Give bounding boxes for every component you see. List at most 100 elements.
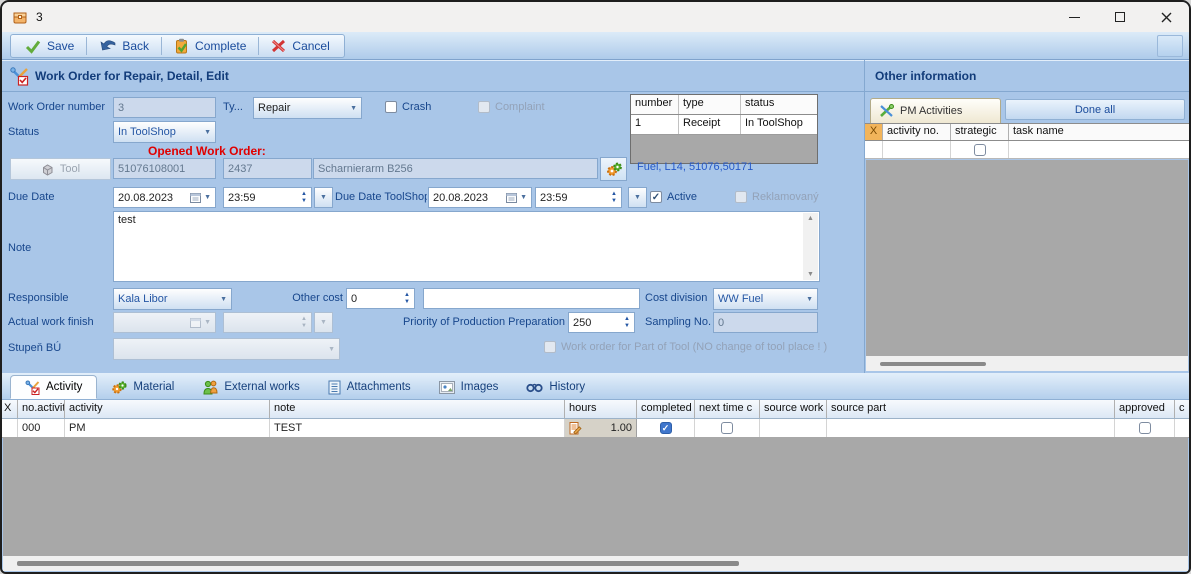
other-cost-field[interactable]: 0 ▲▼ xyxy=(346,288,415,309)
complaint-checkbox: Complaint xyxy=(478,101,545,113)
priority-field[interactable]: 250 ▲▼ xyxy=(568,312,635,333)
col-hours[interactable]: hours xyxy=(565,400,637,418)
crash-checkbox[interactable]: Crash xyxy=(385,101,431,113)
stupen-bu-combobox: ▼ xyxy=(113,338,340,360)
receipt-table-header: number type status xyxy=(631,95,817,115)
responsible-combobox[interactable]: Kala Libor▼ xyxy=(113,288,232,310)
due-date-value: 20.08.2023 xyxy=(118,192,190,204)
tab-material[interactable]: Material xyxy=(97,375,188,399)
col-x[interactable]: X xyxy=(2,400,18,418)
done-all-button[interactable]: Done all xyxy=(1005,99,1185,120)
due-date-dropdown-button[interactable]: ▼ xyxy=(314,187,333,208)
priority-spinner[interactable]: ▲▼ xyxy=(624,317,630,329)
activity-hscroll-thumb[interactable] xyxy=(17,561,739,566)
tab-history[interactable]: History xyxy=(512,375,599,399)
activity-table-row[interactable]: 000 PM TEST 1.00 ✓ xyxy=(2,419,1189,438)
hours-note-edit-icon xyxy=(569,422,582,435)
approved-checkbox[interactable] xyxy=(1139,422,1151,434)
col-note[interactable]: note xyxy=(270,400,565,418)
due-date-toolshop-label: Due Date ToolShop xyxy=(335,187,427,208)
due-time-field[interactable]: 23:59 ▲▼ xyxy=(223,187,312,208)
pm-tools-icon xyxy=(879,104,894,118)
cell-hours[interactable]: 1.00 xyxy=(565,419,637,437)
done-all-label: Done all xyxy=(1075,104,1115,116)
cancel-button[interactable]: Cancel xyxy=(261,35,339,57)
activity-table-hscrollbar[interactable] xyxy=(3,556,1188,571)
pm-col-x[interactable]: X xyxy=(865,124,883,140)
col-next-time[interactable]: next time c xyxy=(695,400,760,418)
chevron-down-icon: ▼ xyxy=(320,194,327,201)
receipt-table-row[interactable]: 1 Receipt In ToolShop xyxy=(631,115,817,135)
note-label: Note xyxy=(8,238,31,259)
tab-pm-activities[interactable]: PM Activities xyxy=(870,98,1001,123)
pm-table-row[interactable] xyxy=(865,141,1189,159)
toolbar-overflow-button[interactable] xyxy=(1157,35,1183,57)
col-no-activity[interactable]: no.activit xyxy=(18,400,65,418)
status-combobox[interactable]: In ToolShop▼ xyxy=(113,121,216,143)
work-order-tools-icon xyxy=(10,67,29,91)
app-window: 3 Save Back Complete xyxy=(0,0,1191,574)
col-source-part[interactable]: source part xyxy=(827,400,1115,418)
due-date-field[interactable]: 20.08.2023 ▼ xyxy=(113,187,216,208)
due-time-toolshop-field[interactable]: 23:59 ▲▼ xyxy=(535,187,622,208)
receipt-cell-type: Receipt xyxy=(679,115,741,134)
pm-table-hscrollbar[interactable] xyxy=(866,356,1188,371)
col-source-work[interactable]: source work o xyxy=(760,400,827,418)
tab-external-works[interactable]: External works xyxy=(188,375,313,399)
sampling-no-field: 0 xyxy=(713,312,818,333)
due-date-toolshop-field[interactable]: 20.08.2023 ▼ xyxy=(428,187,532,208)
close-button[interactable] xyxy=(1143,2,1189,32)
reklamovany-label: Reklamovaný xyxy=(752,191,819,203)
completed-checkbox[interactable]: ✓ xyxy=(660,422,672,434)
chevron-down-icon: ▼ xyxy=(520,194,527,201)
pm-table-empty-area xyxy=(866,160,1188,356)
chevron-down-icon: ▼ xyxy=(634,194,641,201)
back-button[interactable]: Back xyxy=(89,35,159,57)
receipt-table[interactable]: number type status 1 Receipt In ToolShop xyxy=(630,94,818,164)
cost-division-label: Cost division xyxy=(645,288,707,309)
col-approved[interactable]: approved xyxy=(1115,400,1175,418)
pm-hscroll-thumb[interactable] xyxy=(880,362,986,366)
pm-col-task-name[interactable]: task name xyxy=(1009,124,1189,140)
other-cost-spinner[interactable]: ▲▼ xyxy=(404,293,410,305)
toolbar-separator xyxy=(161,37,162,55)
calendar-icon xyxy=(506,192,517,203)
pm-col-activity-no[interactable]: activity no. xyxy=(883,124,951,140)
next-time-checkbox[interactable] xyxy=(721,422,733,434)
save-button[interactable]: Save xyxy=(15,35,84,57)
due-date-toolshop-dropdown-button[interactable]: ▼ xyxy=(628,187,647,208)
minimize-button[interactable] xyxy=(1051,2,1097,32)
time-spinner[interactable]: ▲▼ xyxy=(611,192,617,204)
due-date-label: Due Date xyxy=(8,187,54,208)
title-bar: 3 xyxy=(2,2,1189,32)
col-activity[interactable]: activity xyxy=(65,400,270,418)
col-completed[interactable]: completed xyxy=(637,400,695,418)
time-spinner[interactable]: ▲▼ xyxy=(301,192,307,204)
scroll-up-icon: ▲ xyxy=(803,215,818,222)
type-combobox[interactable]: Repair▼ xyxy=(253,97,362,119)
tab-images[interactable]: Images xyxy=(425,375,513,399)
activity-table-header: X no.activit activity note hours complet… xyxy=(2,400,1189,419)
note-scrollbar[interactable]: ▲ ▼ xyxy=(803,213,818,280)
other-cost-value: 0 xyxy=(351,293,401,305)
active-checkbox-box: ✓ xyxy=(650,191,662,203)
pm-col-strategic[interactable]: strategic xyxy=(951,124,1009,140)
col-c[interactable]: c xyxy=(1175,400,1189,418)
type-label: Ty... xyxy=(223,97,243,118)
maximize-button[interactable] xyxy=(1097,2,1143,32)
tab-attachments[interactable]: Attachments xyxy=(314,375,425,399)
complete-button[interactable]: Complete xyxy=(164,35,256,57)
sampling-no-label: Sampling No. xyxy=(645,312,711,333)
strategic-checkbox[interactable] xyxy=(974,144,986,156)
main-toolbar: Save Back Complete Cancel xyxy=(2,32,1189,60)
note-input[interactable]: test ▲ ▼ xyxy=(113,211,820,282)
active-checkbox[interactable]: ✓ Active xyxy=(650,191,697,203)
part-of-tool-checkbox: Work order for Part of Tool (NO change o… xyxy=(544,341,827,353)
other-cost-note-field[interactable] xyxy=(423,288,640,309)
cost-division-combobox[interactable]: WW Fuel▼ xyxy=(713,288,818,310)
tab-activity[interactable]: Activity xyxy=(10,375,97,399)
gears-icon xyxy=(605,161,623,178)
type-value: Repair xyxy=(258,102,350,114)
actual-finish-date-field: ▼ xyxy=(113,312,216,333)
tool-lookup-button[interactable] xyxy=(600,157,627,181)
